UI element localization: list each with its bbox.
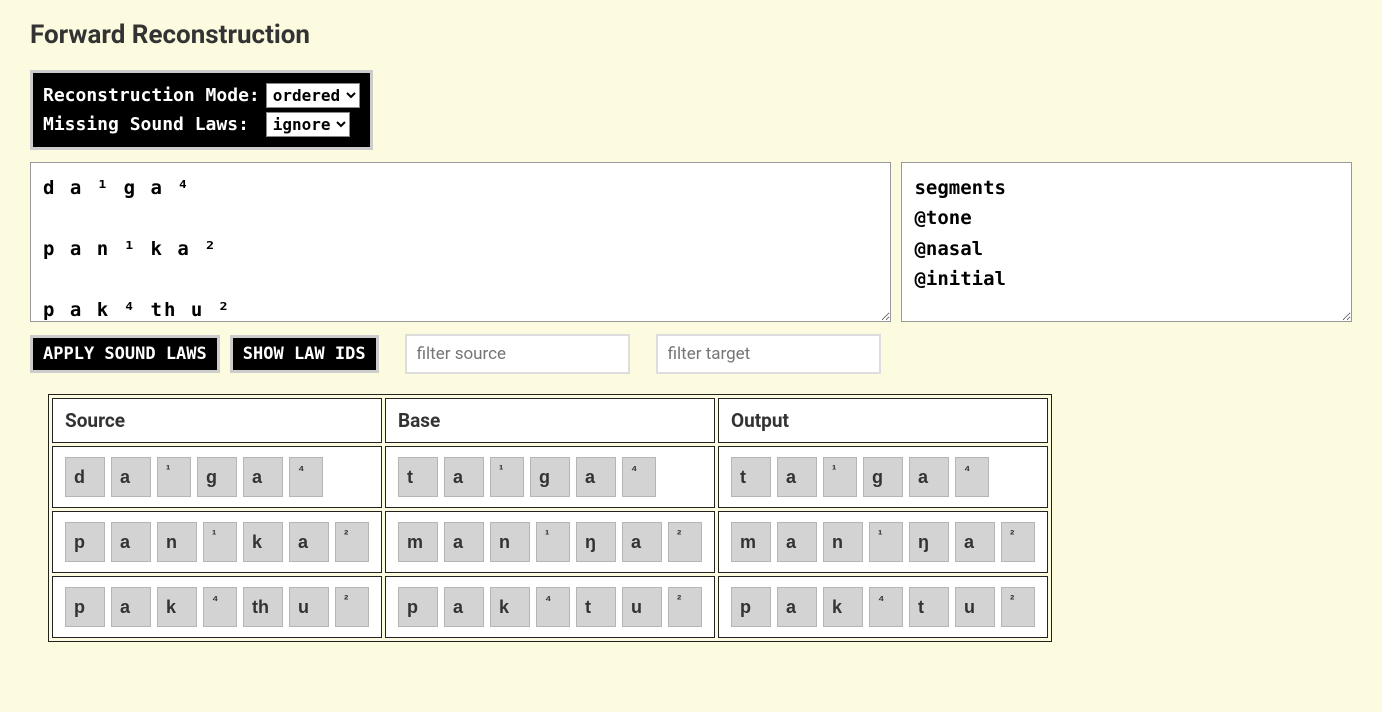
segment-cell: ² (335, 522, 369, 562)
apply-sound-laws-button[interactable]: APPLY SOUND LAWS (30, 335, 220, 373)
segment-cell: k (157, 587, 197, 627)
missing-sound-laws-select[interactable]: ignore (266, 112, 350, 137)
segment-cell: ⁴ (289, 457, 323, 497)
cell-base: ta¹ga⁴ (385, 446, 715, 508)
segment-cell: m (731, 522, 771, 562)
segment-cell: a (777, 457, 817, 497)
segment-cell: n (157, 522, 197, 562)
segment-cell: ŋ (909, 522, 949, 562)
segment-cell: a (955, 522, 995, 562)
segment-cell: ⁴ (869, 587, 903, 627)
segment-cell: ² (335, 587, 369, 627)
col-source: Source (52, 398, 382, 443)
cell-source: da¹ga⁴ (52, 446, 382, 508)
table-row: pak⁴thu²pak⁴tu²pak⁴tu² (52, 576, 1048, 638)
segment-cell: a (289, 522, 329, 562)
segment-cell: g (530, 457, 570, 497)
segment-cell: t (398, 457, 438, 497)
cell-output: ta¹ga⁴ (718, 446, 1048, 508)
input-words-textarea[interactable] (30, 162, 891, 322)
segment-cell: k (823, 587, 863, 627)
segment-cell: ² (668, 522, 702, 562)
segment-cell: k (490, 587, 530, 627)
table-header-row: Source Base Output (52, 398, 1048, 443)
segment-cell: u (289, 587, 329, 627)
segment-cell: a (777, 522, 817, 562)
segment-cell: ² (1001, 522, 1035, 562)
cell-base: pak⁴tu² (385, 576, 715, 638)
segment-cell: ¹ (203, 522, 237, 562)
segment-cell: ¹ (157, 457, 191, 497)
segment-cell: d (65, 457, 105, 497)
segment-cell: ŋ (576, 522, 616, 562)
table-row: da¹ga⁴ta¹ga⁴ta¹ga⁴ (52, 446, 1048, 508)
segment-cell: p (731, 587, 771, 627)
segment-cell: ¹ (490, 457, 524, 497)
segment-cell: ² (1001, 587, 1035, 627)
segment-cell: a (622, 522, 662, 562)
segment-cell: p (398, 587, 438, 627)
cell-output: pak⁴tu² (718, 576, 1048, 638)
segment-cell: t (576, 587, 616, 627)
cell-source: pak⁴thu² (52, 576, 382, 638)
segment-cell: p (65, 587, 105, 627)
segment-cell: a (111, 457, 151, 497)
col-base: Base (385, 398, 715, 443)
col-output: Output (718, 398, 1048, 443)
table-row: pan¹ka²man¹ŋa²man¹ŋa² (52, 511, 1048, 573)
segment-cell: a (909, 457, 949, 497)
segment-cell: ² (668, 587, 702, 627)
segment-cell: a (444, 457, 484, 497)
segment-cell: n (823, 522, 863, 562)
segment-cell: a (576, 457, 616, 497)
segment-cell: a (111, 522, 151, 562)
reconstruction-mode-label: Reconstruction Mode: (43, 85, 260, 106)
segment-cell: a (111, 587, 151, 627)
segment-cell: u (622, 587, 662, 627)
segment-cell: ⁴ (955, 457, 989, 497)
segment-cell: a (243, 457, 283, 497)
results-table: Source Base Output da¹ga⁴ta¹ga⁴ta¹ga⁴pan… (48, 394, 1052, 642)
segment-cell: ¹ (823, 457, 857, 497)
segment-cell: a (444, 522, 484, 562)
segment-cell: ⁴ (622, 457, 656, 497)
segment-classes-textarea[interactable] (901, 162, 1352, 322)
segment-cell: u (955, 587, 995, 627)
segment-cell: ¹ (869, 522, 903, 562)
filter-source-input[interactable] (405, 334, 630, 374)
missing-sound-laws-label: Missing Sound Laws: (43, 114, 260, 135)
segment-cell: a (777, 587, 817, 627)
segment-cell: t (731, 457, 771, 497)
segment-cell: n (490, 522, 530, 562)
filter-target-input[interactable] (656, 334, 881, 374)
segment-cell: p (65, 522, 105, 562)
cell-source: pan¹ka² (52, 511, 382, 573)
segment-cell: ⁴ (536, 587, 570, 627)
segment-cell: g (197, 457, 237, 497)
mode-panel: Reconstruction Mode: ordered Missing Sou… (30, 70, 373, 150)
reconstruction-mode-select[interactable]: ordered (266, 83, 360, 108)
segment-cell: k (243, 522, 283, 562)
segment-cell: ¹ (536, 522, 570, 562)
segment-cell: th (243, 587, 283, 627)
segment-cell: t (909, 587, 949, 627)
cell-output: man¹ŋa² (718, 511, 1048, 573)
segment-cell: m (398, 522, 438, 562)
segment-cell: ⁴ (203, 587, 237, 627)
cell-base: man¹ŋa² (385, 511, 715, 573)
page-title: Forward Reconstruction (30, 20, 1352, 50)
segment-cell: g (863, 457, 903, 497)
segment-cell: a (444, 587, 484, 627)
show-law-ids-button[interactable]: SHOW LAW IDS (230, 335, 379, 373)
